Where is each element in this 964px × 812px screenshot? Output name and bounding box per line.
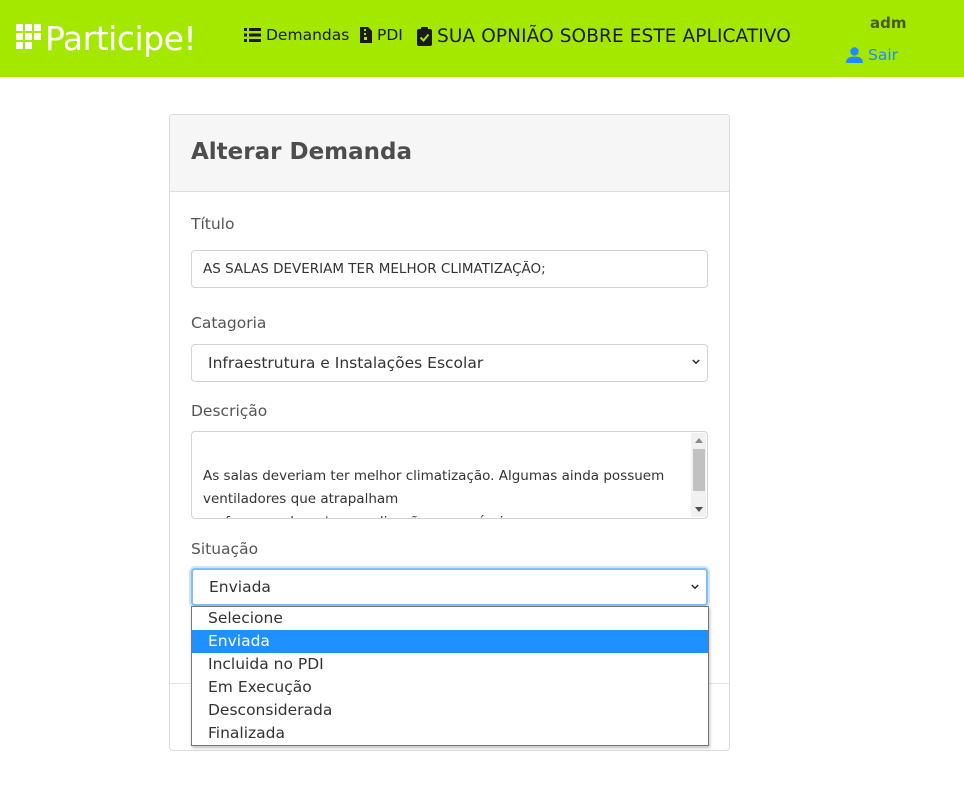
categoria-value: Infraestrutura e Instalações Escolar <box>208 354 484 372</box>
situacao-option[interactable]: Incluida no PDI <box>192 653 708 676</box>
situacao-option-selected[interactable]: Enviada <box>192 630 708 653</box>
situacao-value: Enviada <box>209 578 271 596</box>
nav-demandas-label: Demandas <box>266 26 350 44</box>
logout-link[interactable]: Sair <box>846 46 898 64</box>
scroll-up-arrow-icon[interactable] <box>695 438 703 443</box>
card-header: Alterar Demanda <box>170 115 729 192</box>
user-name: adm <box>870 14 907 32</box>
page-title: Alterar Demanda <box>191 139 413 165</box>
situacao-select[interactable]: Enviada <box>191 568 708 606</box>
nav-pdi-label: PDI <box>377 26 403 44</box>
titulo-label: Título <box>191 215 235 233</box>
textarea-scrollbar[interactable] <box>691 433 706 517</box>
chevron-down-icon <box>691 584 699 590</box>
titulo-input[interactable] <box>191 250 708 288</box>
categoria-select[interactable]: Infraestrutura e Instalações Escolar <box>191 344 708 382</box>
top-navbar: Participe! Demandas PDI SUA OPNIÃO SOBRE… <box>0 0 964 77</box>
situacao-option[interactable]: Finalizada <box>192 722 708 745</box>
categoria-label: Catagoria <box>191 314 267 332</box>
situacao-label: Situação <box>191 540 259 558</box>
chevron-down-icon <box>692 359 700 365</box>
situacao-option[interactable]: Em Execução <box>192 676 708 699</box>
descricao-text: As salas deveriam ter melhor climatizaçã… <box>203 468 665 518</box>
nav-pdi[interactable]: PDI <box>360 26 403 44</box>
descricao-textarea[interactable]: As salas deveriam ter melhor climatizaçã… <box>191 431 708 519</box>
nav-demandas[interactable]: Demandas <box>244 26 349 44</box>
file-icon <box>360 27 372 43</box>
brand-logo[interactable]: Participe! <box>16 18 197 58</box>
scroll-down-arrow-icon[interactable] <box>695 507 703 512</box>
list-icon <box>244 28 261 42</box>
scroll-thumb[interactable] <box>693 449 705 491</box>
clipboard-check-icon <box>417 27 432 46</box>
brand-name: Participe! <box>45 18 197 58</box>
nav-opiniao[interactable]: SUA OPNIÃO SOBRE ESTE APLICATIVO <box>417 26 791 47</box>
situacao-option[interactable]: Selecione <box>192 607 708 630</box>
descricao-label: Descrição <box>191 402 268 420</box>
user-icon <box>846 47 863 63</box>
grid-logo-icon <box>16 24 41 49</box>
situacao-dropdown-list: Selecione Enviada Incluida no PDI Em Exe… <box>191 606 709 746</box>
logout-label: Sair <box>868 46 899 64</box>
nav-opiniao-label: SUA OPNIÃO SOBRE ESTE APLICATIVO <box>437 26 791 47</box>
situacao-option[interactable]: Desconsiderada <box>192 699 708 722</box>
